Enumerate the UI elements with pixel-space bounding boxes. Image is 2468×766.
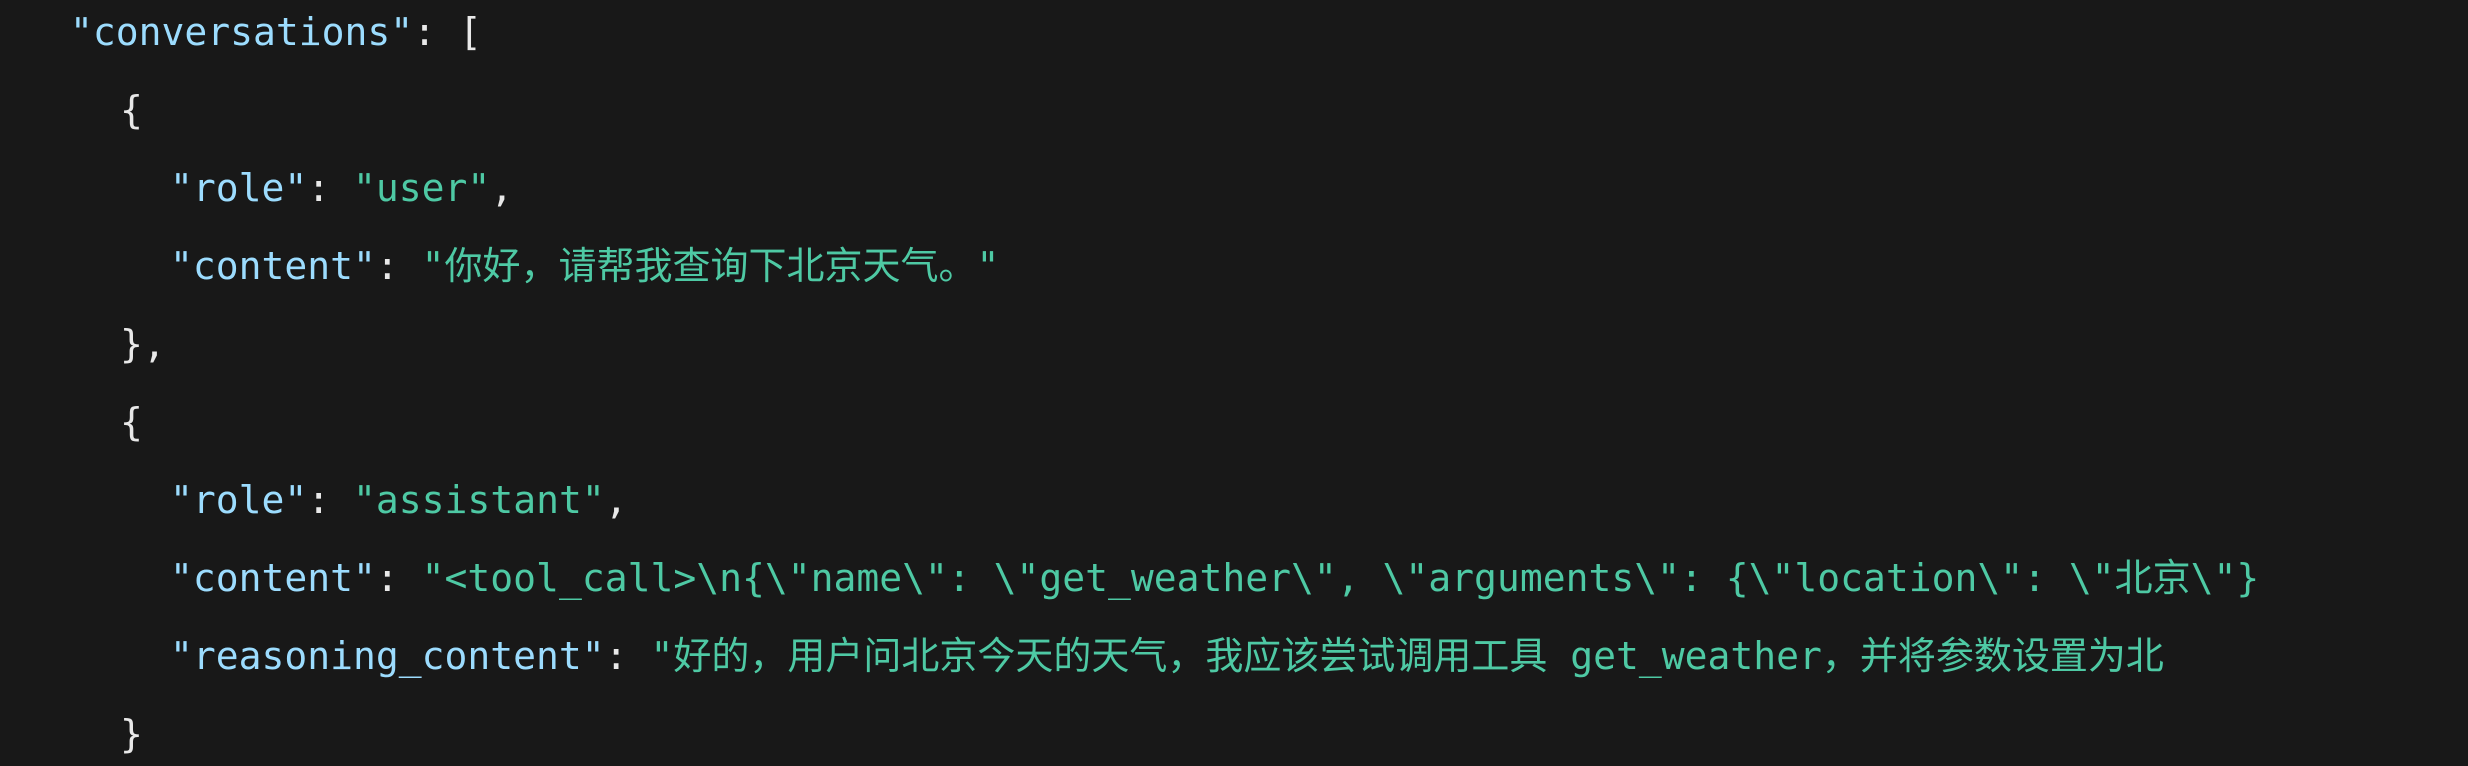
json-brace: { [120,400,143,444]
code-line-object-open: { [0,392,143,452]
json-string-value: "好的，用户问北京今天的天气，我应该尝试调用工具 get_weather，并将参… [650,634,2164,678]
json-string-value: "你好，请帮我查询下北京天气。" [421,244,1000,288]
code-line-role-user: "role": "user", [0,158,513,218]
code-line-role-assistant: "role": "assistant", [0,470,628,530]
json-brace: }, [120,322,166,366]
json-key: "role" [170,478,308,522]
json-brace: { [120,88,143,132]
code-line-object-close: }, [0,314,166,374]
code-line-content-user: "content": "你好，请帮我查询下北京天气。" [0,236,999,296]
json-string-value: "assistant" [353,478,605,522]
json-separator: : [375,556,422,600]
code-line-object-open: { [0,80,143,140]
code-line-content-assistant: "content": "<tool_call>\n{\"name\": \"ge… [0,548,2259,608]
json-string-value: "user" [353,166,491,210]
code-line-object-close: } [0,704,143,764]
json-key: "content" [170,244,376,288]
json-key: "conversations" [70,10,414,54]
json-array-open: [ [458,10,482,54]
json-key: "role" [170,166,308,210]
json-key: "content" [170,556,376,600]
json-key: "reasoning_content" [170,634,605,678]
json-comma: , [490,166,514,210]
json-comma: , [604,478,628,522]
json-separator: : [307,478,354,522]
code-line-reasoning-content: "reasoning_content": "好的，用户问北京今天的天气，我应该尝… [0,626,2164,686]
code-line-conversations: "conversations": [ [0,2,482,62]
json-string-value: "<tool_call>\n{\"name\": \"get_weather\"… [421,556,2260,600]
json-brace: } [120,712,143,756]
json-separator: : [413,10,459,54]
json-separator: : [307,166,354,210]
json-separator: : [604,634,651,678]
json-separator: : [375,244,422,288]
code-editor[interactable]: "conversations": [ { "role": "user", "co… [0,0,2468,766]
